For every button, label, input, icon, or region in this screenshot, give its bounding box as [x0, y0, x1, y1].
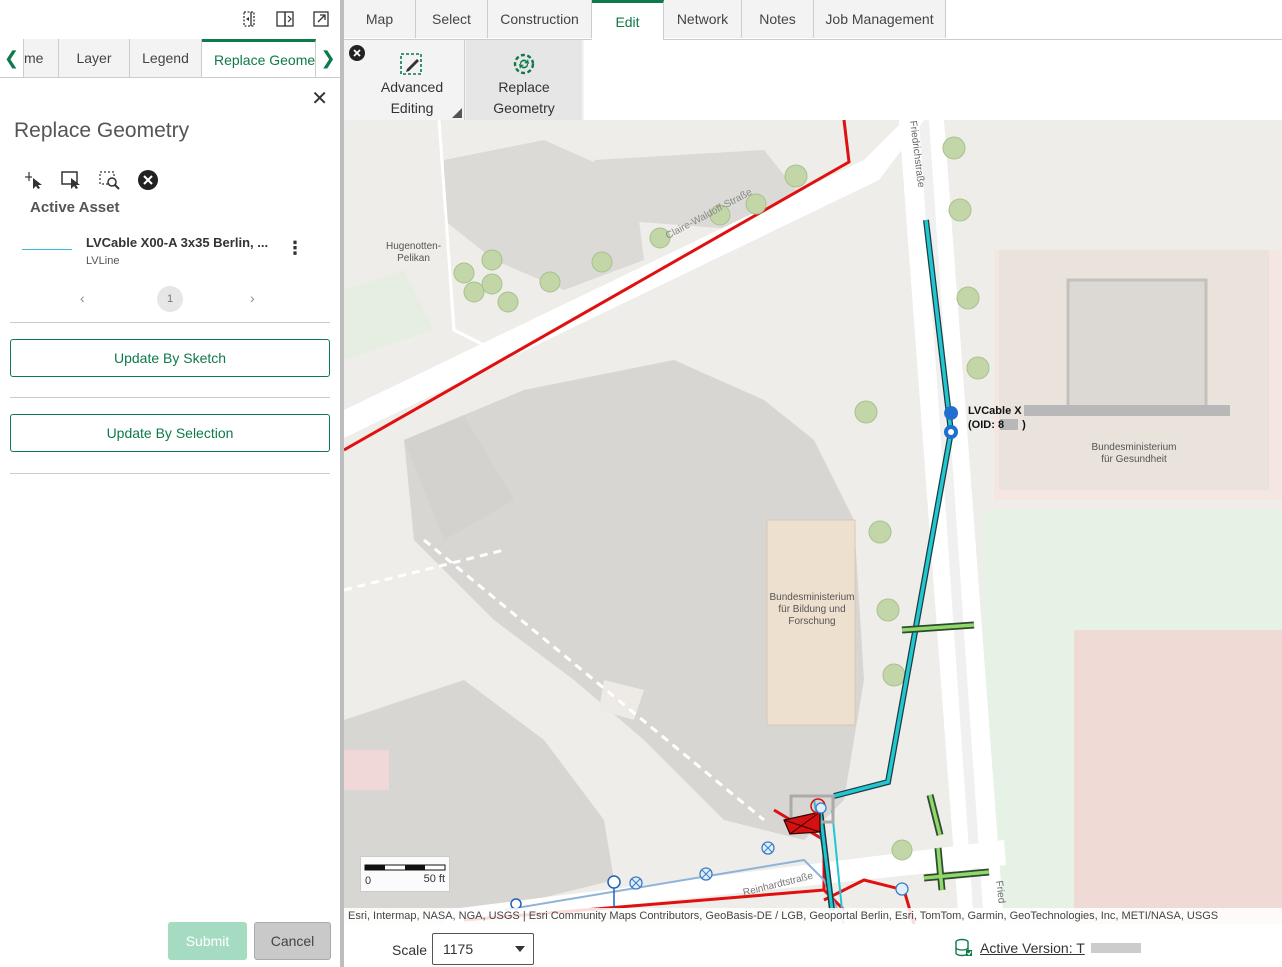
pop-out-icon[interactable]	[310, 8, 332, 30]
divider	[10, 322, 330, 323]
map-label-text: Pelikan	[397, 253, 430, 264]
tab-label: Job Management	[825, 11, 934, 27]
tab-construction[interactable]: Construction	[488, 0, 592, 38]
tabs-scroll-right-icon[interactable]: ❯	[316, 39, 340, 77]
select-zoom-icon[interactable]	[98, 168, 122, 192]
tab-notes[interactable]: Notes	[742, 0, 814, 38]
tab-label: Construction	[500, 11, 579, 27]
divider	[10, 473, 330, 474]
scale-bar-max: 50 ft	[423, 873, 445, 885]
select-rectangle-icon[interactable]	[60, 168, 84, 192]
asset-list-item[interactable]: LVCable X00-A 3x35 Berlin, ... LVLine ⋮	[22, 232, 322, 272]
scale-bar: 0 50 ft	[360, 856, 450, 892]
close-panel-icon[interactable]: ✕	[311, 86, 328, 111]
divider	[10, 397, 330, 398]
tab-label: Layer	[76, 50, 112, 66]
prev-page-icon[interactable]: ‹	[80, 290, 85, 306]
submit-button[interactable]: Submit	[168, 922, 247, 960]
map-label-text: Hugenotten-	[386, 241, 442, 252]
update-by-sketch-button[interactable]: Update By Sketch	[10, 339, 330, 377]
update-by-selection-button[interactable]: Update By Selection	[10, 414, 330, 452]
tab-label: Replace Geomet	[214, 51, 316, 68]
tab-label: Select	[432, 11, 471, 27]
tab-network[interactable]: Network	[664, 0, 742, 38]
advanced-editing-label-2: Editing	[390, 100, 434, 116]
cancel-button[interactable]: Cancel	[254, 922, 331, 960]
chevron-down-icon	[515, 946, 525, 952]
database-version-icon	[955, 938, 972, 957]
basemap	[344, 120, 1282, 924]
map-label-hugenotten: Hugenotten- Pelikan	[386, 241, 441, 265]
replace-geometry-label-2: Geometry	[493, 100, 555, 116]
dropdown-corner-icon	[452, 108, 462, 118]
popup-line-1: LVCable X	[968, 405, 1022, 417]
popup-line-2: (OID: 8	[968, 419, 1005, 431]
tab-label: Notes	[759, 11, 796, 27]
ribbon-separator	[464, 40, 465, 120]
replace-geometry-label-1: Replace	[498, 79, 550, 95]
split-panel-icon[interactable]	[274, 8, 296, 30]
map-label-text: Bundesministerium	[769, 592, 855, 603]
tabs-scroll-left-icon[interactable]: ❮	[0, 39, 24, 77]
map-label-text: für Bildung und	[778, 604, 846, 615]
map-label-bmg: Bundesministerium für Gesundheit	[1074, 442, 1194, 466]
left-panel: ❮ me Layer Legend Replace Geomet ❯ ✕ Rep…	[0, 0, 340, 967]
panel-tab-bar: ❮ me Layer Legend Replace Geomet ❯	[0, 39, 340, 78]
panel-title: Replace Geometry	[14, 119, 190, 142]
tab-legend[interactable]: Legend	[130, 39, 202, 77]
asset-name: LVCable X00-A 3x35 Berlin, ...	[86, 235, 269, 250]
feature-popup-label[interactable]: LVCable X (OID: 8)	[968, 404, 1026, 432]
tab-label: me	[24, 50, 44, 66]
tab-label: Network	[676, 11, 729, 27]
page-number[interactable]: 1	[157, 286, 183, 312]
replace-geometry-icon	[511, 51, 537, 77]
map-label-bmbf: Bundesministerium für Bildung und Forschun…	[752, 592, 872, 628]
tab-layer[interactable]: Layer	[59, 39, 130, 77]
scale-bar-zero: 0	[365, 875, 372, 887]
tab-map[interactable]: Map	[344, 0, 416, 38]
tab-label: Legend	[142, 50, 189, 66]
redacted-version	[1090, 943, 1141, 953]
scale-label: Scale	[392, 942, 428, 958]
map-label-text: für Gesundheit	[1101, 454, 1167, 465]
panel-window-controls	[238, 8, 332, 30]
edit-ribbon: Advanced Editing Replace Geometry	[344, 40, 584, 120]
advanced-editing-label-1: Advanced	[380, 79, 444, 95]
tab-label: Map	[365, 11, 394, 27]
active-asset-heading: Active Asset	[30, 199, 120, 216]
select-point-icon[interactable]	[22, 168, 46, 192]
popup-line-2b: )	[1022, 419, 1026, 431]
advanced-editing-icon	[399, 51, 425, 77]
map-label-text: Bundesministerium	[1091, 442, 1177, 453]
replace-geometry-button[interactable]: Replace Geometry	[466, 40, 582, 120]
active-version-text: Active Version: T	[980, 940, 1085, 956]
tab-bar-filler	[946, 0, 1282, 39]
map-attribution: Esri, Intermap, NASA, NGA, USGS | Esri C…	[344, 908, 1282, 924]
map-area: Map Select Construction Edit Network Not…	[344, 0, 1282, 967]
map-label-text: Forschung	[788, 616, 836, 627]
more-options-icon[interactable]: ⋮	[286, 238, 304, 259]
ribbon-empty	[584, 40, 1282, 120]
tab-edit[interactable]: Edit	[592, 0, 664, 40]
tab-replace-geometry[interactable]: Replace Geomet	[202, 39, 316, 77]
tab-label: Edit	[615, 13, 640, 30]
tab-job-management[interactable]: Job Management	[814, 0, 946, 38]
next-page-icon[interactable]: ›	[250, 290, 255, 306]
line-symbol-icon	[22, 249, 72, 250]
ribbon-tab-bar: Map Select Construction Edit Network Not…	[344, 0, 1282, 40]
dock-left-icon[interactable]	[238, 8, 260, 30]
status-bar: Scale 1175 Active Version: T	[344, 924, 1282, 967]
scale-select[interactable]: 1175	[432, 933, 534, 965]
clear-selection-icon[interactable]	[136, 168, 160, 192]
scale-value: 1175	[443, 941, 474, 957]
map-view[interactable]: Hugenotten- Pelikan Claire-Waldoff-Straße…	[344, 120, 1282, 924]
asset-type: LVLine	[86, 255, 120, 267]
active-version[interactable]: Active Version: T	[954, 938, 1141, 958]
tab-select[interactable]: Select	[416, 0, 488, 38]
advanced-editing-button[interactable]: Advanced Editing	[362, 40, 462, 120]
selection-tools	[22, 168, 160, 192]
tab-home[interactable]: me	[24, 39, 59, 77]
pager: ‹ 1 ›	[70, 286, 270, 312]
